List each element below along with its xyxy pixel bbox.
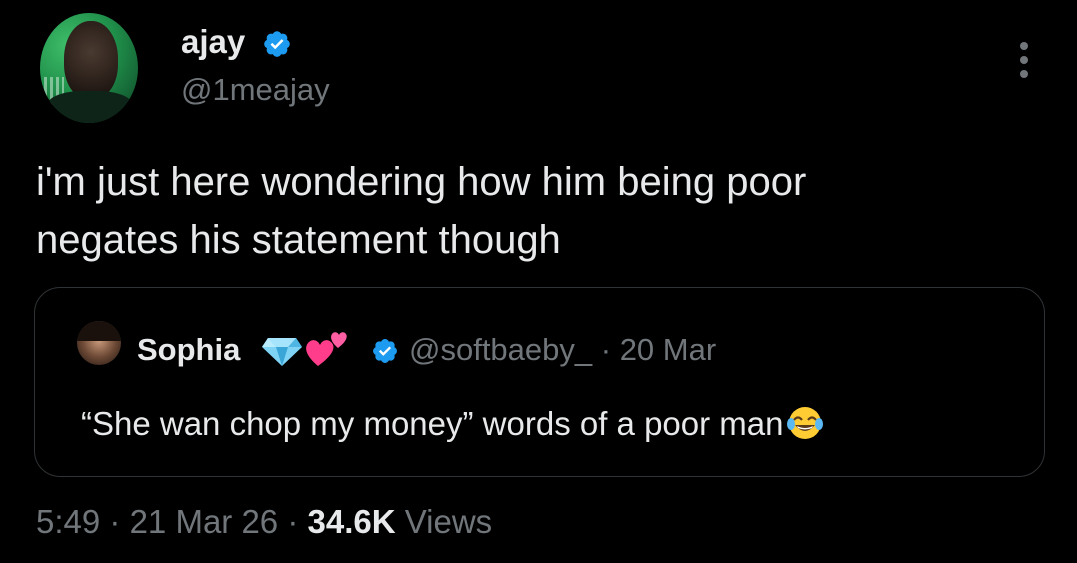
quoted-tweet-text: “She wan chop my money” words of a poor … xyxy=(81,402,824,446)
views-count: 34.6K xyxy=(307,503,396,540)
quoted-tweet-card[interactable]: Sophia @softbaeby_ · 20 Mar “She wan cho… xyxy=(34,287,1045,477)
views-label: Views xyxy=(404,503,493,540)
meta-separator: · xyxy=(287,503,299,540)
quoted-author-handle-and-date[interactable]: @softbaeby_ · 20 Mar xyxy=(409,330,716,370)
avatar-shirt xyxy=(46,91,134,123)
face-with-tears-of-joy-emoji-icon xyxy=(786,407,823,439)
verified-badge-icon[interactable] xyxy=(262,29,292,59)
tweet-text-line-1: i'm just here wondering how him being po… xyxy=(36,160,807,204)
quoted-verified-badge-icon[interactable] xyxy=(371,337,399,365)
tweet-time[interactable]: 5:49 xyxy=(36,503,100,540)
author-handle[interactable]: @1meajay xyxy=(181,70,330,110)
quoted-author-display-name[interactable]: Sophia xyxy=(137,330,240,370)
meta-separator: · xyxy=(109,503,121,540)
tweet-text: i'm just here wondering how him being po… xyxy=(36,153,1036,269)
tweet: ajay @1meajay i'm just here wondering ho… xyxy=(0,0,1077,563)
quoted-tweet-text-content: “She wan chop my money” words of a poor … xyxy=(81,405,784,442)
avatar-face xyxy=(64,21,118,99)
more-options-icon[interactable] xyxy=(1012,40,1036,80)
tweet-meta: 5:49 · 21 Mar 26 · 34.6K Views xyxy=(36,500,492,544)
tweet-text-line-2: negates his statement though xyxy=(36,218,561,262)
author-display-name[interactable]: ajay xyxy=(181,22,245,62)
tweet-date[interactable]: 21 Mar 26 xyxy=(130,503,279,540)
two-hearts-emoji-icon xyxy=(306,332,347,366)
quoted-author-avatar[interactable] xyxy=(77,321,121,365)
gem-stone-emoji-icon xyxy=(262,338,302,366)
author-avatar[interactable] xyxy=(40,13,138,123)
